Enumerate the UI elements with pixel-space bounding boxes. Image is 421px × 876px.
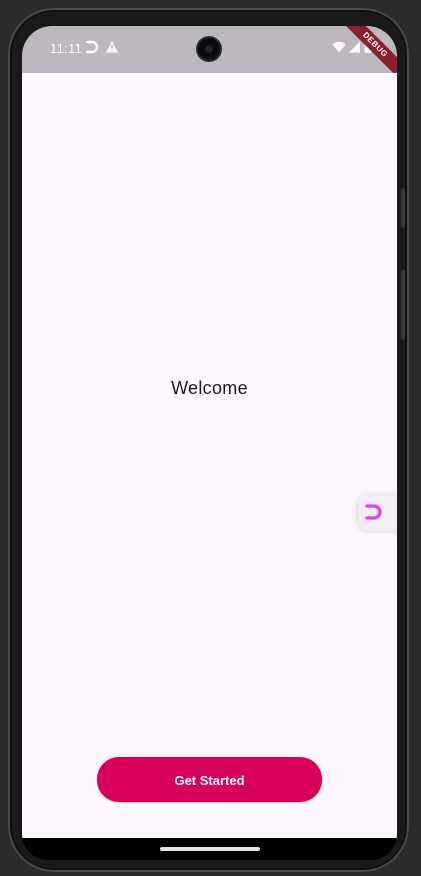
power-button[interactable] (401, 270, 405, 340)
welcome-text: Welcome (171, 378, 248, 398)
wifi-icon (332, 40, 346, 59)
volume-button[interactable] (401, 188, 405, 228)
status-bar: 11:11 DEBUG (22, 26, 397, 83)
warning-icon (105, 40, 119, 59)
front-camera (198, 38, 220, 60)
d-logo-icon (85, 40, 99, 59)
status-time: 11:11 (50, 41, 83, 56)
signal-icon (348, 40, 361, 59)
home-indicator[interactable] (160, 847, 260, 851)
app-content: Welcome Get Started (22, 73, 397, 838)
floating-action-tab[interactable] (358, 493, 397, 531)
navigation-bar (22, 838, 397, 860)
d-logo-icon (364, 502, 384, 527)
camera-lens (205, 45, 213, 53)
get-started-button[interactable]: Get Started (97, 757, 322, 802)
device-screen: 11:11 DEBUG Welcome Get Started (22, 26, 397, 860)
